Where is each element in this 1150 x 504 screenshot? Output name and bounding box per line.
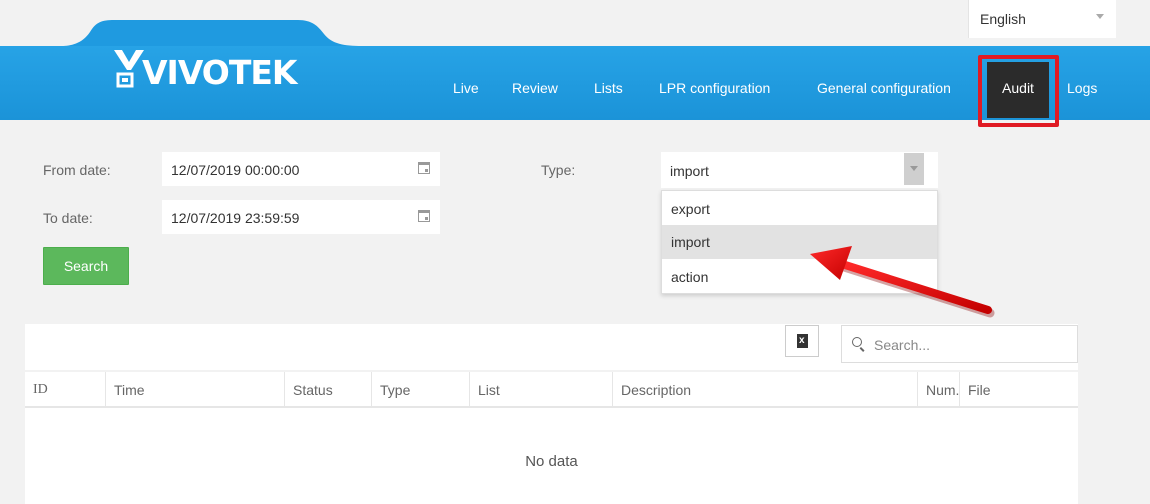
to-date-value: 12/07/2019 23:59:59 bbox=[171, 210, 300, 226]
table-body: No data bbox=[25, 408, 1078, 504]
from-date-input[interactable]: 12/07/2019 00:00:00 bbox=[162, 152, 440, 186]
annotation-arrow bbox=[810, 246, 995, 318]
column-header-type[interactable]: Type bbox=[371, 372, 469, 408]
column-header-description[interactable]: Description bbox=[612, 372, 917, 408]
column-header-list[interactable]: List bbox=[469, 372, 612, 408]
type-value: import bbox=[670, 163, 709, 179]
nav-lpr-configuration[interactable]: LPR configuration bbox=[659, 80, 770, 96]
nav-live[interactable]: Live bbox=[453, 80, 479, 96]
to-date-input[interactable]: 12/07/2019 23:59:59 bbox=[162, 200, 440, 234]
column-header-time[interactable]: Time bbox=[105, 372, 284, 408]
calendar-icon[interactable] bbox=[418, 210, 430, 222]
audit-highlight-box bbox=[978, 55, 1059, 127]
search-button[interactable]: Search bbox=[43, 247, 129, 285]
empty-state-text: No data bbox=[525, 453, 578, 470]
type-label: Type: bbox=[541, 162, 576, 178]
nav-general-configuration[interactable]: General configuration bbox=[817, 80, 951, 96]
logo-mark-icon bbox=[114, 50, 144, 88]
language-value: English bbox=[980, 11, 1026, 27]
nav-review[interactable]: Review bbox=[512, 80, 558, 96]
column-header-status[interactable]: Status bbox=[284, 372, 371, 408]
vivotek-logo: VIVOTEK bbox=[112, 44, 297, 100]
table-search-input[interactable]: Search... bbox=[841, 325, 1078, 363]
from-date-value: 12/07/2019 00:00:00 bbox=[171, 162, 300, 178]
nav-lists[interactable]: Lists bbox=[594, 80, 623, 96]
search-icon bbox=[852, 337, 862, 347]
type-select[interactable]: import bbox=[661, 152, 938, 188]
chevron-down-icon[interactable] bbox=[904, 153, 924, 185]
logo-wordmark: VIVOTEK bbox=[142, 53, 297, 92]
to-date-label: To date: bbox=[43, 210, 93, 226]
column-header-file[interactable]: File bbox=[959, 372, 1078, 408]
calendar-icon[interactable] bbox=[418, 162, 430, 174]
language-select[interactable]: English bbox=[968, 0, 1116, 38]
type-option-export[interactable]: export bbox=[662, 192, 937, 226]
chevron-down-icon bbox=[1096, 14, 1104, 19]
table-header: ID Time Status Type List Description Num… bbox=[25, 372, 1078, 408]
column-header-id[interactable]: ID bbox=[25, 372, 105, 408]
excel-export-button[interactable] bbox=[785, 325, 819, 357]
column-header-num[interactable]: Num. bbox=[917, 372, 959, 408]
nav-logs[interactable]: Logs bbox=[1067, 80, 1097, 96]
from-date-label: From date: bbox=[43, 162, 111, 178]
search-placeholder: Search... bbox=[874, 337, 931, 353]
